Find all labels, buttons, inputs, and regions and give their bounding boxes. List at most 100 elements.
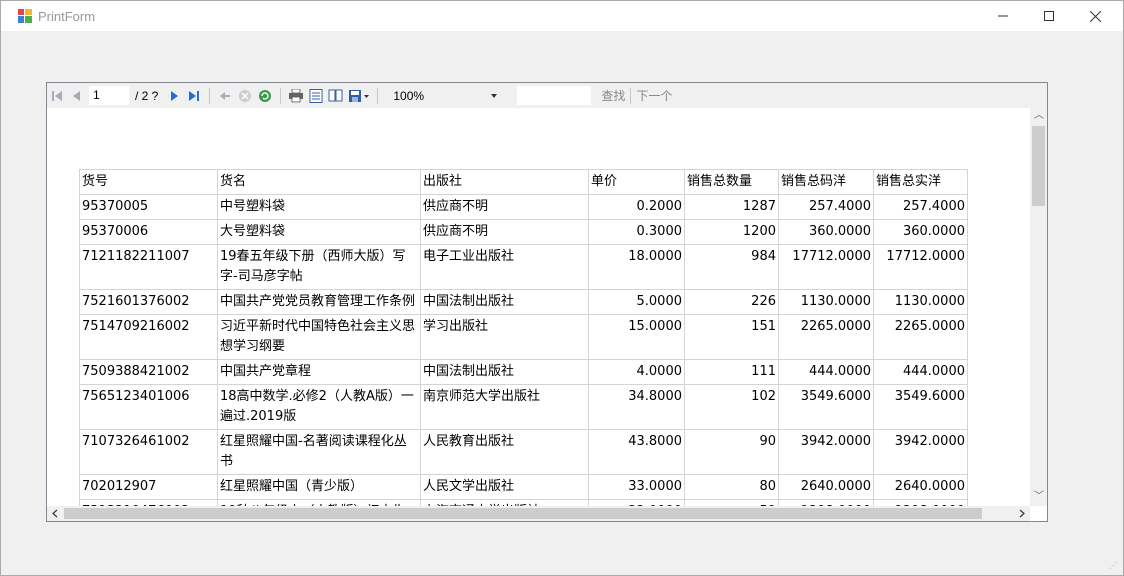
maximize-button[interactable]: [1026, 1, 1072, 31]
table-row: 7121182211007 19春五年级下册（西师大版）写字-司马彦字帖 电子工业出…: [79, 244, 968, 290]
print-button[interactable]: [286, 86, 306, 106]
horizontal-scroll-thumb[interactable]: [64, 508, 982, 519]
table-cell: 供应商不明: [420, 219, 589, 245]
find-button[interactable]: 查找: [601, 87, 625, 104]
table-cell: 中国共产党章程: [217, 359, 421, 385]
report-page: 货号 货名 出版社 单价 销售总数量 销售总码洋 销售总实洋 95370005 中…: [47, 108, 1030, 506]
table-row: 7521601376002 中国共产党党员教育管理工作条例 中国法制出版社 5.000…: [79, 289, 968, 315]
last-page-button[interactable]: [184, 86, 204, 106]
table-cell: 2265.0000: [873, 314, 968, 360]
scroll-right-icon[interactable]: [1018, 509, 1026, 518]
table-row: 7509388421002 中国共产党章程 中国法制出版社 4.0000 111 444.…: [79, 359, 968, 385]
table-cell: 7514709216002: [79, 314, 218, 360]
window-title: PrintForm: [38, 9, 96, 24]
minimize-button[interactable]: [980, 1, 1026, 31]
table-cell: 18.0000: [588, 244, 685, 290]
table-cell: 中国法制出版社: [420, 359, 589, 385]
scroll-up-icon[interactable]: ︿: [1034, 111, 1044, 121]
export-button[interactable]: [346, 86, 372, 106]
table-cell: 红星照耀中国-名著阅读课程化丛书: [217, 429, 421, 475]
table-cell: 360.0000: [778, 219, 874, 245]
table-cell: 7107326461002: [79, 429, 218, 475]
table-cell: 33.0000: [588, 474, 685, 500]
table-cell: 4.0000: [588, 359, 685, 385]
back-button[interactable]: [215, 86, 235, 106]
stop-icon: [239, 89, 252, 102]
table-cell: 257.4000: [778, 194, 874, 220]
table-cell: 1200: [684, 219, 779, 245]
table-cell: 17712.0000: [873, 244, 968, 290]
table-cell: 984: [684, 244, 779, 290]
table-cell: 257.4000: [873, 194, 968, 220]
toolbar-separator: [280, 87, 282, 104]
table-cell: 南京师范大学出版社: [420, 384, 589, 430]
report-viewer: 1 / 2 ? 100% 查找 下一个 货号 货名 出版社 单价 销售总数量 销…: [46, 82, 1048, 522]
table-cell: 17712.0000: [778, 244, 874, 290]
table-row: 7565123401006 18高中数学.必修2（人教A版）一遍过.2019版 南京…: [79, 384, 968, 430]
print-form-window: PrintForm 1 / 2 ? 100% 查找 下一个 货号 货名 出版社 …: [0, 0, 1124, 576]
next-page-button[interactable]: [164, 86, 184, 106]
table-cell: 444.0000: [873, 359, 968, 385]
table-row: 95370005 中号塑料袋 供应商不明 0.2000 1287 257.4000 257.…: [79, 194, 968, 220]
first-page-icon: [52, 90, 62, 101]
table-cell: 习近平新时代中国特色社会主义思想学习纲要: [217, 314, 421, 360]
refresh-icon: [259, 89, 272, 102]
zoom-select[interactable]: 100%: [389, 86, 502, 105]
table-cell: 3549.6000: [778, 384, 874, 430]
table-cell: 2265.0000: [778, 314, 874, 360]
column-header: 货名: [217, 169, 421, 195]
table-row: 7514709216002 习近平新时代中国特色社会主义思想学习纲要 学习出版社 15…: [79, 314, 968, 360]
previous-page-button[interactable]: [67, 86, 87, 106]
previous-page-icon: [73, 90, 80, 101]
title-bar[interactable]: PrintForm: [1, 1, 1123, 31]
table-cell: 702012907: [79, 474, 218, 500]
first-page-button[interactable]: [47, 86, 67, 106]
page-setup-button[interactable]: [326, 86, 346, 106]
refresh-button[interactable]: [255, 86, 275, 106]
report-table: 货号 货名 出版社 单价 销售总数量 销售总码洋 销售总实洋 95370005 中…: [79, 169, 968, 506]
table-cell: 中国法制出版社: [420, 289, 589, 315]
vertical-scrollbar[interactable]: ︿ ﹀: [1030, 108, 1047, 506]
column-header: 销售总实洋: [873, 169, 968, 195]
last-page-icon: [189, 90, 200, 101]
table-cell: 360.0000: [873, 219, 968, 245]
table-cell: 中国共产党党员教育管理工作条例: [217, 289, 421, 315]
find-text-input[interactable]: [517, 86, 592, 105]
zoom-value: 100%: [393, 88, 425, 103]
scroll-down-icon[interactable]: ﹀: [1034, 492, 1044, 502]
scroll-left-icon[interactable]: [51, 509, 59, 518]
minimize-icon: [998, 15, 1008, 17]
toolbar-separator: [209, 87, 211, 104]
vertical-scroll-thumb[interactable]: [1032, 126, 1045, 206]
table-cell: 2640.0000: [873, 474, 968, 500]
table-cell: 102: [684, 384, 779, 430]
table-cell: 95370005: [79, 194, 218, 220]
table-cell: 7565123401006: [79, 384, 218, 430]
resize-grip-icon[interactable]: ⋰: [1109, 561, 1119, 571]
table-cell: 226: [684, 289, 779, 315]
table-cell: 3942.0000: [873, 429, 968, 475]
next-page-icon: [171, 90, 179, 101]
table-cell: 大号塑料袋: [217, 219, 421, 245]
chevron-down-icon: [491, 93, 498, 98]
table-cell: 111: [684, 359, 779, 385]
table-row: 95370006 大号塑料袋 供应商不明 0.3000 1200 360.0000 360.…: [79, 219, 968, 245]
report-table-body: 95370005 中号塑料袋 供应商不明 0.2000 1287 257.4000 257.…: [79, 194, 968, 506]
column-header: 销售总码洋: [778, 169, 874, 195]
stop-button[interactable]: [235, 86, 255, 106]
table-cell: 学习出版社: [420, 314, 589, 360]
table-cell: 95370006: [79, 219, 218, 245]
page-number-input[interactable]: 1: [89, 86, 129, 105]
table-cell: 90: [684, 429, 779, 475]
table-cell: 1130.0000: [873, 289, 968, 315]
horizontal-scrollbar[interactable]: [47, 506, 1030, 521]
table-cell: 7509388421002: [79, 359, 218, 385]
page-total-label: / 2 ?: [135, 88, 159, 103]
table-cell: 红星照耀中国（青少版）: [217, 474, 421, 500]
close-button[interactable]: [1072, 1, 1118, 31]
table-cell: 34.8000: [588, 384, 685, 430]
print-layout-button[interactable]: [306, 86, 326, 106]
report-toolbar: 1 / 2 ? 100% 查找 下一个: [47, 83, 1047, 108]
back-arrow-icon: [220, 91, 231, 100]
find-next-button[interactable]: 下一个: [636, 87, 672, 104]
